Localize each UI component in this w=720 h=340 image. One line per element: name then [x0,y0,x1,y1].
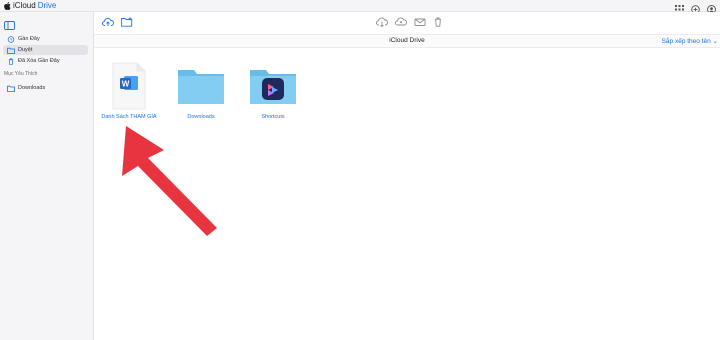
trash-icon [8,58,14,65]
share-people-icon [395,17,407,26]
brand-icloud-text: iCloud [13,1,36,10]
app-brand[interactable]: iCloud Drive [4,1,56,11]
favorites-section-title: Mục Yêu Thích [4,71,38,77]
file-name: Danh Sách THAM GIA [101,114,157,120]
file-name: Shortcuts [261,114,285,120]
folder-icon [176,66,226,111]
sidebar: Gần Đây Duyệt Đã Xóa Gần Đây Mục Yêu Thí… [0,12,94,340]
folder-icon [7,47,15,54]
file-name: Downloads [187,114,215,120]
word-document-icon: W [112,62,146,115]
svg-text:W: W [122,80,130,89]
sidebar-item-downloads[interactable]: Downloads [3,83,88,93]
apple-logo-icon [4,2,11,10]
current-folder-title: iCloud Drive [389,37,425,44]
path-bar: iCloud Drive Sắp xếp theo tên ⌄ [94,34,720,48]
upload-button[interactable] [102,17,114,27]
cloud-download-icon [376,17,388,27]
sort-by-name-button[interactable]: Sắp xếp theo tên ⌄ [662,37,718,45]
share-button[interactable] [395,17,407,27]
annotation-arrow-icon [122,126,217,236]
new-folder-button[interactable] [121,17,133,27]
envelope-icon [414,18,426,26]
shortcuts-folder-icon [248,66,298,111]
sidebar-item-label: Gần Đây [18,36,40,42]
download-button[interactable] [376,17,388,27]
top-bar: iCloud Drive [0,0,720,14]
email-button[interactable] [414,17,426,27]
brand-drive-text: Drive [37,1,57,10]
file-item-shortcuts-folder[interactable]: Shortcuts [238,62,308,126]
file-item-downloads-folder[interactable]: Downloads [166,62,236,126]
app-grid-icon[interactable] [675,1,684,14]
file-item-document[interactable]: W Danh Sách THAM GIA [94,62,164,126]
clock-icon [7,35,15,43]
toolbar [94,12,720,34]
sidebar-item-recents[interactable]: Gần Đây [3,34,88,44]
add-circle-icon[interactable] [691,1,700,14]
trash-icon [435,17,441,27]
sidebar-item-recently-deleted[interactable]: Đã Xóa Gần Đây [3,56,88,66]
top-right-controls [675,1,716,14]
sidebar-item-label: Duyệt [18,47,33,53]
sidebar-toggle-icon[interactable] [4,17,15,30]
sidebar-item-label: Downloads [18,85,46,91]
new-folder-icon [121,17,133,27]
cloud-upload-icon [102,18,114,26]
account-avatar-icon[interactable] [707,1,716,14]
delete-button[interactable] [432,17,444,27]
folder-icon [7,85,15,92]
sidebar-item-browse[interactable]: Duyệt [3,45,88,55]
sidebar-item-label: Đã Xóa Gần Đây [18,58,60,64]
